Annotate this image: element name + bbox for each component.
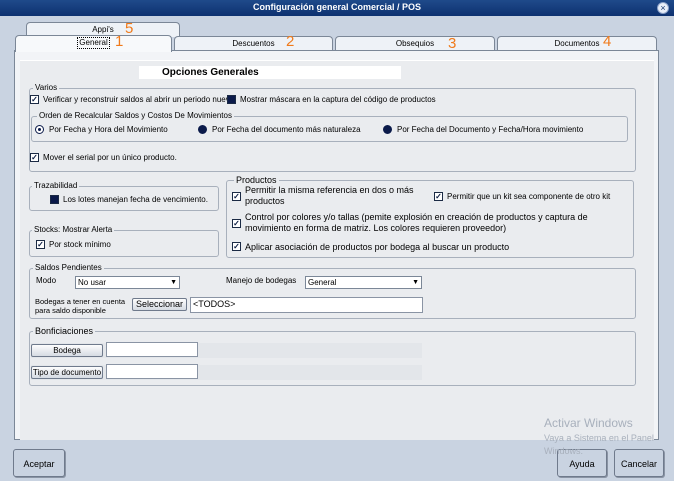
aceptar-button[interactable]: Aceptar [13,449,65,477]
section-heading: Opciones Generales [162,67,259,78]
kit-componente-checkbox[interactable]: ✓ [434,192,443,201]
activation-watermark-line: Windows. [544,446,584,456]
tab-label: General [77,37,110,49]
tab-label: Descuentos [232,39,275,48]
annotation-number: 1 [115,33,124,50]
asociacion-bodega-label: Aplicar asociación de productos por bode… [245,242,510,252]
asociacion-bodega-checkbox[interactable]: ✓ [232,242,241,251]
misma-referencia-label: Permitir la misma referencia en dos o má… [245,185,414,206]
radio-fecha-documento-hora[interactable] [383,125,392,134]
manejo-bodegas-label: Manejo de bodegas [226,276,297,285]
verify-balances-checkbox[interactable]: ✓ [30,95,39,104]
cancelar-button[interactable]: Cancelar [614,449,664,477]
tipo-documento-button[interactable]: Tipo de documento [31,366,103,379]
tab-documentos[interactable]: Documentos [497,36,657,51]
annotation-number: 2 [286,33,295,50]
tab-obsequios[interactable]: Obsequios [335,36,495,51]
move-serial-checkbox[interactable]: ✓ [30,153,39,162]
verify-balances-label: Verificar y reconstruir saldos al abrir … [43,95,237,104]
radio-fecha-documento[interactable] [198,125,207,134]
misma-referencia-checkbox[interactable]: ✓ [232,192,241,201]
annotation-number: 4 [603,33,612,50]
saldos-legend: Saldos Pendientes [33,263,104,272]
activation-watermark-line: Vaya a Sistema en el Panel [544,433,654,443]
manejo-bodegas-value: General [308,278,337,287]
show-mask-label: Mostrar máscara en la captura del código… [240,95,436,104]
activation-watermark-title: Activar Windows [544,416,633,430]
tab-label: Documentos [554,39,600,48]
bonificaciones-legend: Bonficiaciones [33,326,96,336]
radio-fecha-hora[interactable] [35,125,44,134]
annotation-number: 3 [448,35,457,52]
trazabilidad-legend: Trazabilidad [32,181,80,190]
show-mask-checkbox[interactable] [227,95,236,104]
productos-legend: Productos [234,175,279,185]
move-serial-label: Mover el serial por un único producto. [43,153,177,162]
annotation-number: 5 [125,20,134,37]
orden-legend: Orden de Recalcular Saldos y Costos De M… [37,111,234,120]
close-icon[interactable]: × [657,2,669,14]
modo-value: No usar [78,278,107,287]
stock-minimo-checkbox[interactable]: ✓ [36,240,45,249]
stocks-legend: Stocks: Mostrar Alerta [32,225,115,234]
radio-fecha-documento-label: Por Fecha del documento más naturaleza [212,125,361,134]
stock-minimo-label: Por stock mínimo [49,240,111,249]
modo-label: Modo [36,276,57,285]
colores-tallas-label: Control por colores y/o tallas (pemite e… [245,212,588,233]
radio-fecha-documento-hora-label: Por Fecha del Documento y Fecha/Hora mov… [397,125,584,134]
manejo-bodegas-select[interactable]: General ▼ [305,276,422,289]
bodegas-input[interactable]: <TODOS> [190,297,423,313]
seleccionar-button[interactable]: Seleccionar [132,298,187,311]
varios-legend: Varios [33,83,60,92]
window-title: Configuración general Comercial / POS [252,2,422,12]
tab-label: Obsequios [395,39,435,48]
chevron-down-icon: ▼ [412,279,419,286]
lotes-vencimiento-checkbox[interactable] [50,195,59,204]
bodegas-saldo-label: Bodegas a tener en cuenta para saldo dis… [35,297,126,315]
modo-select[interactable]: No usar ▼ [75,276,180,289]
colores-tallas-checkbox[interactable]: ✓ [232,219,241,228]
lotes-vencimiento-label: Los lotes manejan fecha de vencimiento. [63,195,208,204]
radio-fecha-hora-label: Por Fecha y Hora del Movimiento [49,125,168,134]
tab-general[interactable]: General [15,35,172,52]
tab-descuentos[interactable]: Descuentos [174,36,333,51]
kit-componente-label: Permitir que un kit sea componente de ot… [447,192,611,201]
chevron-down-icon: ▼ [170,279,177,286]
bodega-input[interactable] [106,342,198,357]
bodega-button[interactable]: Bodega [31,344,103,357]
tipo-documento-input[interactable] [106,364,198,379]
